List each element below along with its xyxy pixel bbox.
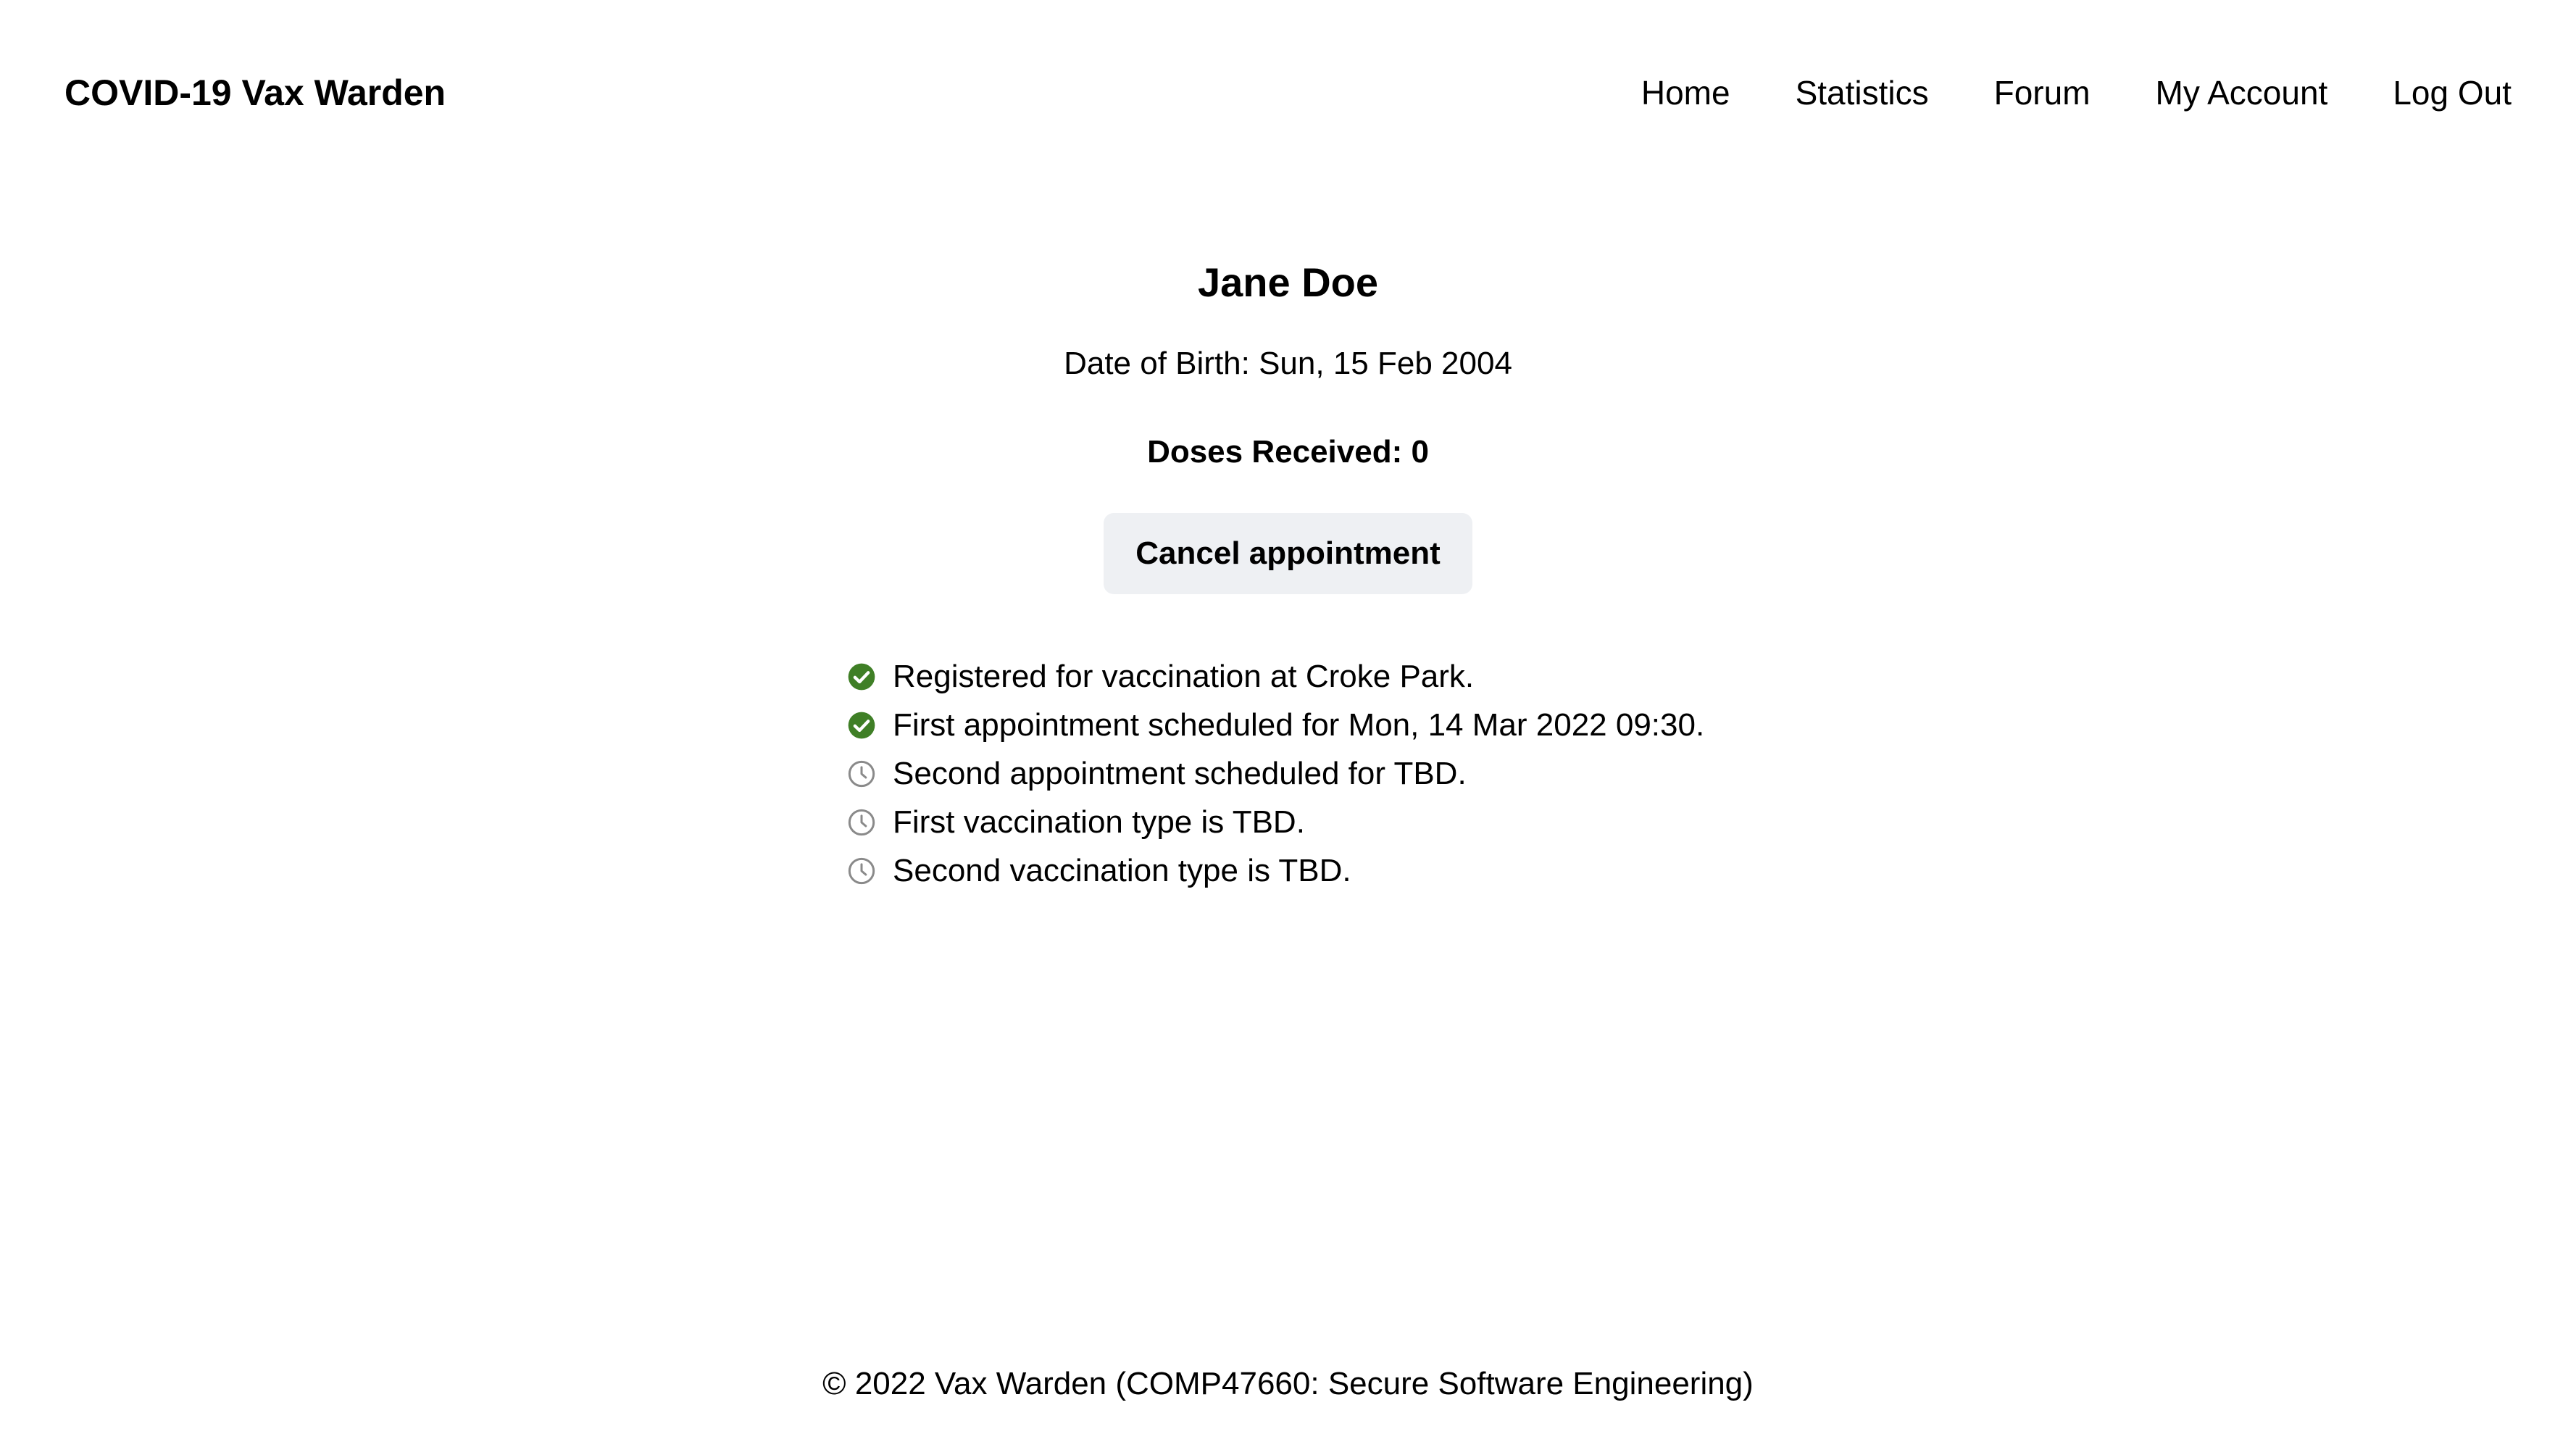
clock-icon (846, 856, 877, 886)
profile-section: Jane Doe Date of Birth: Sun, 15 Feb 2004… (0, 254, 2576, 594)
status-item: First appointment scheduled for Mon, 14 … (846, 701, 1704, 749)
status-text: Second appointment scheduled for TBD. (893, 755, 1467, 791)
doses-received: Doses Received: 0 (1147, 434, 1429, 470)
cancel-appointment-button[interactable]: Cancel appointment (1104, 513, 1472, 594)
date-of-birth: Date of Birth: Sun, 15 Feb 2004 (1064, 346, 1512, 381)
nav-home-link[interactable]: Home (1641, 70, 1730, 116)
status-item: Registered for vaccination at Croke Park… (846, 652, 1704, 701)
user-name: Jane Doe (1198, 259, 1378, 305)
status-item: Second appointment scheduled for TBD. (846, 749, 1704, 798)
site-brand[interactable]: COVID-19 Vax Warden (64, 70, 446, 116)
clock-icon (846, 759, 877, 789)
status-text: First vaccination type is TBD. (893, 804, 1305, 840)
status-item: Second vaccination type is TBD. (846, 846, 1704, 895)
nav-statistics-link[interactable]: Statistics (1796, 70, 1929, 116)
footer-copyright: © 2022 Vax Warden (COMP47660: Secure Sof… (822, 1366, 1754, 1401)
site-header: COVID-19 Vax Warden Home Statistics Foru… (0, 0, 2576, 185)
nav-log-out-link[interactable]: Log Out (2393, 70, 2512, 116)
main-nav: Home Statistics Forum My Account Log Out (1641, 70, 2512, 116)
check-circle-icon (846, 710, 877, 741)
status-text: Second vaccination type is TBD. (893, 852, 1351, 888)
status-list: Registered for vaccination at Croke Park… (846, 652, 1704, 895)
status-text: First appointment scheduled for Mon, 14 … (893, 706, 1705, 743)
clock-icon (846, 807, 877, 838)
status-text: Registered for vaccination at Croke Park… (893, 658, 1475, 694)
check-circle-icon (846, 662, 877, 692)
nav-my-account-link[interactable]: My Account (2156, 70, 2328, 116)
nav-forum-link[interactable]: Forum (1994, 70, 2091, 116)
site-footer: © 2022 Vax Warden (COMP47660: Secure Sof… (0, 1362, 2576, 1406)
status-item: First vaccination type is TBD. (846, 798, 1704, 846)
